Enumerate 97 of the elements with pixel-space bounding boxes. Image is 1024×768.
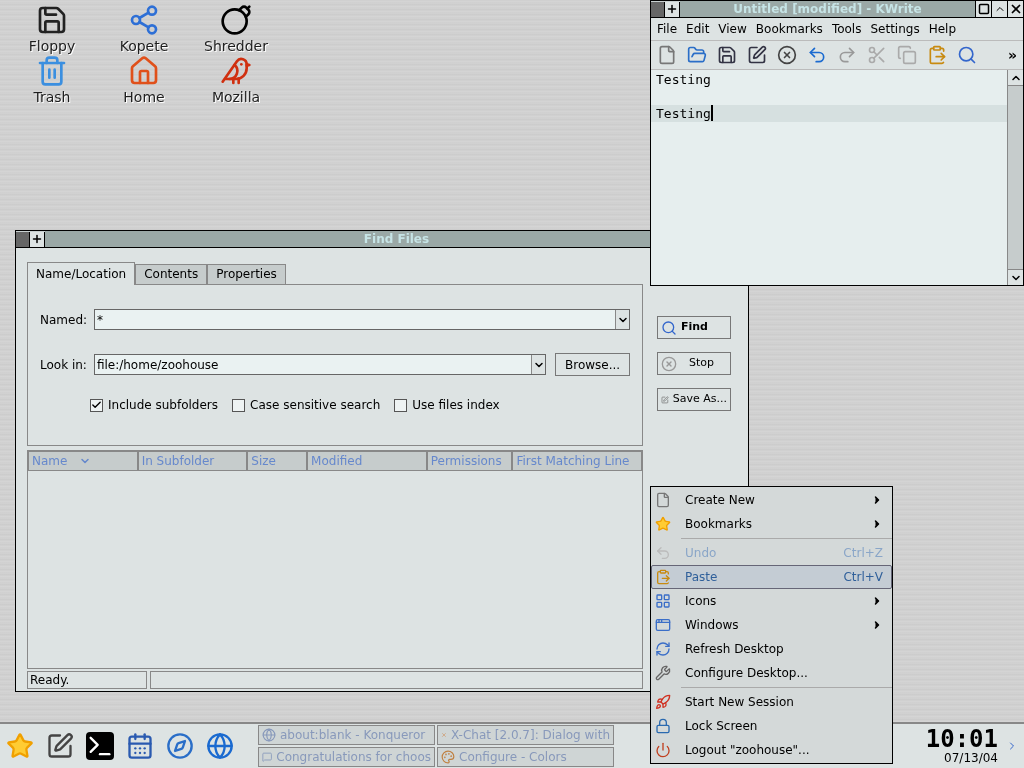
shortcut-text: Ctrl+V [843, 569, 883, 586]
text-line: Testing [656, 105, 711, 122]
tab[interactable]: Properties [207, 264, 286, 284]
named-field[interactable]: * [94, 309, 630, 330]
sticky-button[interactable] [30, 231, 45, 247]
paste-icon [655, 569, 671, 585]
checkbox-label[interactable]: Include subfolders [108, 396, 219, 414]
power-icon [655, 742, 671, 758]
icons-icon [655, 593, 671, 609]
calendar-icon [126, 732, 154, 760]
save-icon [717, 45, 737, 65]
bomb-icon [220, 4, 252, 36]
menu-item[interactable]: Configure Desktop... [651, 661, 892, 685]
text-editor[interactable]: Testing Testing [651, 70, 1007, 285]
menu-item[interactable]: Help [928, 20, 956, 38]
rocket-icon [655, 694, 671, 710]
named-label: Named: [40, 311, 88, 329]
floppy-icon [36, 4, 68, 36]
close-button[interactable] [1007, 1, 1023, 17]
redo-icon [837, 45, 857, 65]
copy-icon [897, 45, 917, 65]
tab[interactable]: Name/Location [27, 262, 136, 285]
clock-date: 07/13/04 [944, 751, 998, 765]
close-document-icon [777, 45, 797, 65]
refresh-icon [655, 641, 671, 657]
document-icon [655, 492, 671, 508]
plus-icon [31, 233, 43, 245]
cut-icon [867, 45, 887, 65]
maximize-button[interactable] [991, 1, 1007, 17]
desktop-icon-label[interactable]: Trash [33, 88, 71, 106]
text-cursor [710, 105, 713, 121]
globe-icon [206, 732, 234, 760]
checkbox[interactable] [232, 398, 246, 412]
checkbox-label[interactable]: Case sensitive search [250, 396, 381, 414]
menu-item[interactable]: Windows [651, 613, 892, 637]
action-button[interactable]: Stop [657, 352, 731, 375]
menu-item[interactable]: Settings [870, 20, 920, 38]
new-file-icon [657, 45, 677, 65]
search-icon [661, 319, 677, 336]
trash-icon [36, 55, 68, 87]
plus-icon [666, 3, 678, 15]
menu-item[interactable]: File [657, 20, 678, 38]
save-as-icon [747, 45, 767, 65]
text-line: Testing [656, 71, 711, 88]
menu-item[interactable]: Create New [651, 488, 892, 512]
sticky-button[interactable] [665, 1, 680, 17]
browse-button[interactable]: Browse... [555, 353, 630, 376]
star-icon [655, 516, 671, 532]
menu-item[interactable]: Edit [686, 20, 710, 38]
stop-icon [661, 355, 677, 372]
menu-item[interactable]: Tools [831, 20, 862, 38]
wrench-icon [655, 665, 671, 681]
menu-item[interactable]: Logout "zoohouse"... [651, 738, 892, 762]
window-title: Untitled [modified] - KWrite [680, 1, 975, 17]
windows-icon [655, 617, 671, 633]
menu-item[interactable]: Bookmarks [651, 512, 892, 536]
menu-item[interactable]: Refresh Desktop [651, 637, 892, 661]
open-folder-icon [687, 45, 707, 65]
minimize-button[interactable] [975, 1, 991, 17]
desktop-icon-label[interactable]: Mozilla [211, 88, 261, 106]
star-icon [6, 732, 34, 760]
menu-item[interactable]: View [718, 20, 747, 38]
lock-icon [655, 718, 671, 734]
menu-item[interactable]: Lock Screen [651, 714, 892, 738]
undo-icon [655, 545, 671, 561]
toolbar-overflow-button[interactable]: » [1007, 44, 1017, 66]
globe-icon [262, 728, 276, 742]
undo-icon [807, 45, 827, 65]
tab[interactable]: Contents [135, 264, 208, 284]
palette-icon [441, 750, 455, 764]
action-button[interactable]: Save As... [657, 388, 731, 411]
check-icon [91, 399, 102, 411]
menu-item[interactable]: Start New Session [651, 690, 892, 714]
scrollbar[interactable] [1007, 70, 1023, 285]
action-button[interactable]: Find [657, 316, 731, 339]
menu-item[interactable]: Icons [651, 589, 892, 613]
square-icon [977, 3, 990, 15]
status-text: Ready. [27, 671, 147, 689]
paste-icon [927, 45, 947, 65]
shortcut-text: Ctrl+Z [843, 545, 883, 562]
checkbox[interactable] [90, 398, 103, 412]
home-icon [128, 55, 160, 87]
search-icon [957, 45, 977, 65]
look-in-field[interactable]: file:/home/zoohouse [93, 354, 547, 375]
checkbox[interactable] [394, 398, 408, 412]
network-icon [128, 4, 160, 36]
look-in-label: Look in: [40, 356, 87, 374]
save-as-icon [661, 393, 669, 406]
clock-time[interactable]: 10:01 [925, 727, 998, 751]
terminal-icon [86, 732, 114, 760]
chat-icon [262, 750, 273, 764]
desktop-icon-label[interactable]: Home [123, 88, 165, 106]
desktop-icon-label[interactable]: Shredder [204, 37, 268, 55]
menu-item[interactable]: Bookmarks [755, 20, 823, 38]
desktop-icon-label[interactable]: Floppy [28, 37, 76, 55]
checkbox-label[interactable]: Use files index [412, 396, 500, 414]
desktop-icon-label[interactable]: Kopete [119, 37, 169, 55]
